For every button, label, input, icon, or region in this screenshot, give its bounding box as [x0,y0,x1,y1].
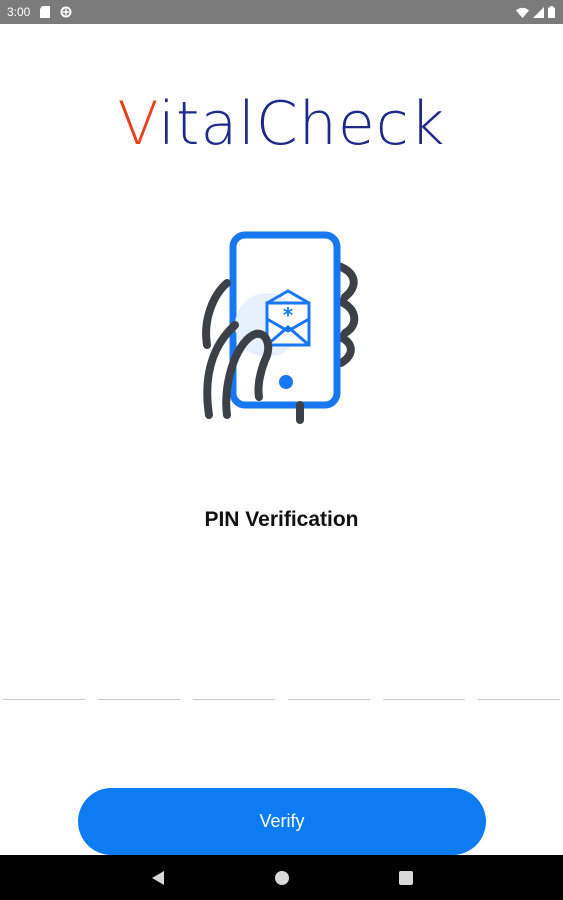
pin-digit-6[interactable] [478,680,560,700]
status-right [516,6,555,18]
pin-digit-5[interactable] [383,680,465,700]
home-icon[interactable] [268,864,296,892]
pin-digit-1[interactable] [3,680,85,700]
phone-pin-envelope-icon: * [195,225,365,425]
pin-digit-4[interactable] [288,680,370,700]
system-nav-bar [0,855,563,900]
recents-icon[interactable] [392,864,420,892]
page-title: PIN Verification [204,508,359,531]
status-left: 3:00 [7,5,72,19]
pin-digit-2[interactable] [98,680,180,700]
data-saver-icon [60,6,72,18]
app-logo: VitalCheck [0,86,563,162]
logo-first-letter: V [117,89,159,159]
wifi-icon [516,7,529,18]
svg-text:*: * [283,303,294,327]
pin-digit-3[interactable] [193,680,275,700]
back-icon[interactable] [144,864,172,892]
status-time: 3:00 [7,5,31,19]
battery-icon [548,6,555,18]
status-bar: 3:00 [0,0,563,24]
sd-card-icon [40,6,51,18]
signal-icon [533,6,544,18]
verify-button[interactable]: Verify [78,788,486,855]
pin-input-row [0,670,563,700]
logo-rest: italCheck [158,89,446,159]
